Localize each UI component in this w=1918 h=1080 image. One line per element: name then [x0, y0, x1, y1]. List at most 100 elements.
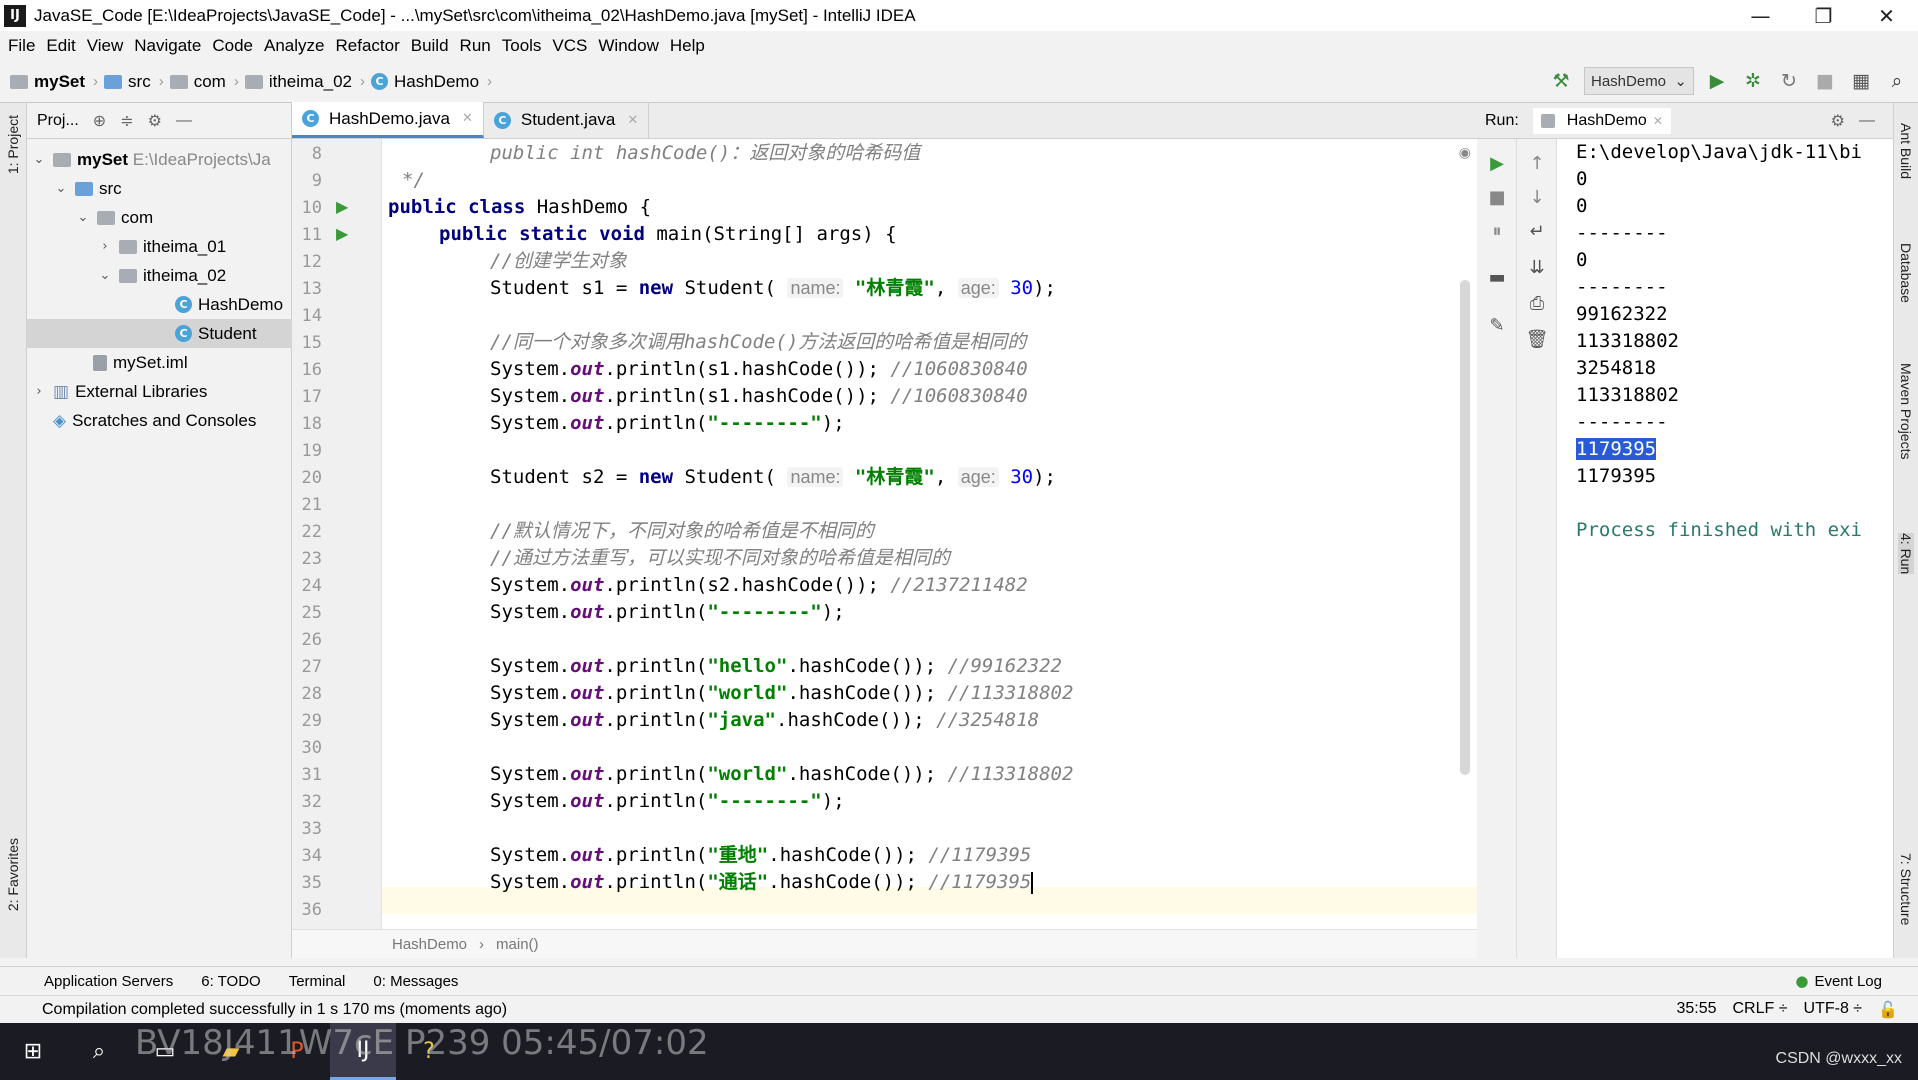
structure-tab[interactable]: 7: Structure [1898, 853, 1914, 925]
application-servers-tab[interactable]: Application Servers [44, 973, 173, 990]
tab-student-java[interactable]: C Student.java ✕ [484, 102, 650, 138]
breadcrumb-class-item[interactable]: HashDemo [392, 936, 467, 953]
tree-item-student[interactable]: C Student [27, 319, 292, 348]
line-separator[interactable]: CRLF ÷ [1733, 1000, 1788, 1020]
event-log-tab[interactable]: ● Event Log [1795, 972, 1882, 990]
menu-view[interactable]: View [85, 36, 133, 56]
tree-item-external-libraries[interactable]: › ▥ External Libraries [27, 377, 292, 406]
rerun-icon[interactable]: ↻ [1776, 67, 1802, 95]
hide-icon[interactable]: — [1859, 112, 1875, 130]
tree-item-scratches[interactable]: ◈ Scratches and Consoles [27, 406, 292, 435]
menu-code[interactable]: Code [210, 36, 262, 56]
library-icon: ▥ [53, 381, 70, 402]
gear-icon[interactable]: ⚙ [148, 111, 162, 131]
code-editor[interactable]: public int hashCode()：返回对象的哈希码值 */ publi… [382, 139, 1477, 929]
run-tab-hashdemo[interactable]: HashDemo ✕ [1532, 107, 1671, 134]
tree-item-myset[interactable]: ⌄ mySet E:\IdeaProjects\Ja [27, 145, 292, 174]
code-line-17: System.out.println(s1.hashCode()); //106… [490, 385, 1028, 407]
tree-item-itheima-01[interactable]: › itheima_01 [27, 232, 292, 261]
menu-tools[interactable]: Tools [500, 36, 551, 56]
close-tab-icon[interactable]: ✕ [462, 111, 473, 126]
close-button[interactable]: ✕ [1855, 0, 1918, 31]
editor-breadcrumb: HashDemo › main() [292, 929, 1477, 958]
rerun-icon[interactable]: ▶ [1477, 153, 1517, 174]
menu-edit[interactable]: Edit [44, 36, 84, 56]
gear-icon[interactable]: ⚙ [1831, 111, 1845, 131]
close-tab-icon[interactable]: ✕ [627, 113, 638, 128]
run-configuration-select[interactable]: HashDemo ⌄ [1584, 67, 1694, 95]
breadcrumb-com[interactable]: com › [169, 72, 239, 92]
ant-build-tab[interactable]: Ant Build [1898, 123, 1914, 179]
start-button-icon[interactable]: ⊞ [0, 1023, 66, 1080]
minimize-button[interactable]: — [1729, 0, 1792, 31]
stop-icon[interactable]: ■ [1477, 187, 1517, 208]
breadcrumb-method-item[interactable]: main() [496, 936, 539, 953]
hide-icon[interactable]: — [176, 112, 192, 130]
project-structure-icon[interactable]: ▦ [1848, 67, 1874, 95]
menu-build[interactable]: Build [409, 36, 458, 56]
menu-refactor[interactable]: Refactor [333, 36, 408, 56]
build-hammer-icon[interactable]: ⚒ [1548, 67, 1574, 95]
console-output[interactable]: E:\develop\Java\jdk-11\bi 0 0 -------- 0… [1557, 139, 1893, 958]
line-number: 35 [301, 873, 322, 893]
editor-scrollbar[interactable] [1460, 280, 1470, 775]
terminal-tab[interactable]: Terminal [289, 973, 346, 990]
run-icon[interactable]: ▶ [1704, 67, 1730, 95]
chevron-down-icon: ⌄ [1674, 73, 1687, 90]
database-tab[interactable]: Database [1898, 243, 1914, 303]
locate-icon[interactable]: ⊕ [93, 111, 106, 131]
search-icon[interactable]: ⌕ [66, 1023, 132, 1080]
menu-window[interactable]: Window [596, 36, 667, 56]
menu-navigate[interactable]: Navigate [132, 36, 210, 56]
menu-help[interactable]: Help [668, 36, 714, 56]
stop-icon[interactable]: ■ [1812, 67, 1838, 95]
file-encoding[interactable]: UTF-8 ÷ [1804, 1000, 1863, 1020]
run-class-gutter-icon[interactable]: ▶ [336, 197, 348, 216]
layout-icon[interactable]: ▬ [1477, 267, 1517, 288]
menu-vcs[interactable]: VCS [550, 36, 596, 56]
tab-hashdemo-java[interactable]: C HashDemo.java ✕ [292, 102, 484, 138]
arrow-down-icon[interactable]: ↓ [1517, 187, 1557, 208]
eye-icon[interactable]: ◉ [1459, 145, 1471, 161]
bottom-tool-bar: Application Servers 6: TODO Terminal 0: … [0, 966, 1918, 995]
console-line: 99162322 [1576, 303, 1668, 325]
favorites-tool-tab[interactable]: 2: Favorites [5, 838, 21, 911]
soft-wrap-icon[interactable]: ↵ [1517, 221, 1557, 242]
trash-icon[interactable]: 🗑 [1517, 329, 1557, 350]
todo-tab[interactable]: 6: TODO [201, 973, 260, 990]
breadcrumb-itheima[interactable]: itheima_02 › [244, 72, 365, 92]
tree-item-myset-iml[interactable]: mySet.iml [27, 348, 292, 377]
close-tab-icon[interactable]: ✕ [1653, 114, 1663, 128]
menu-analyze[interactable]: Analyze [262, 36, 333, 56]
project-view-select[interactable]: Proj... [37, 112, 79, 130]
pin-icon[interactable]: ✎ [1477, 315, 1517, 336]
search-icon[interactable]: ⌕ [1884, 67, 1910, 95]
right-tool-strip: Ant Build Database Maven Projects 4: Run… [1893, 103, 1918, 958]
maximize-button[interactable]: ❐ [1792, 0, 1855, 31]
breadcrumb-project[interactable]: mySet › [10, 72, 98, 92]
run-tool-tab[interactable]: 4: Run [1898, 533, 1914, 575]
menu-run[interactable]: Run [458, 36, 500, 56]
run-main-gutter-icon[interactable]: ▶ [336, 224, 348, 243]
debug-icon[interactable]: ✲ [1740, 67, 1766, 95]
tree-item-itheima-02[interactable]: ⌄ itheima_02 [27, 261, 292, 290]
tree-item-src[interactable]: ⌄ src [27, 174, 292, 203]
print-icon[interactable]: ⎙ [1517, 293, 1557, 314]
arrow-up-icon[interactable]: ↑ [1517, 153, 1557, 174]
messages-tab[interactable]: 0: Messages [373, 973, 458, 990]
tree-item-hashdemo[interactable]: C HashDemo [27, 290, 292, 319]
lock-icon[interactable]: 🔓 [1878, 1000, 1898, 1020]
maven-projects-tab[interactable]: Maven Projects [1898, 363, 1914, 459]
code-line-20: Student s2 = new Student( name: "林青霞", a… [490, 466, 1056, 488]
menu-file[interactable]: File [6, 36, 44, 56]
breadcrumb-class[interactable]: C HashDemo › [371, 72, 492, 92]
code-line-18: System.out.println("--------"); [490, 412, 845, 434]
pause-icon[interactable]: ⏸ [1477, 221, 1517, 242]
tree-item-com[interactable]: ⌄ com [27, 203, 292, 232]
breadcrumb-src[interactable]: src › [104, 72, 164, 92]
project-tool-tab[interactable]: 1: Project [5, 115, 21, 174]
collapse-all-icon[interactable]: ≑ [120, 111, 133, 131]
scroll-to-end-icon[interactable]: ⇊ [1517, 257, 1557, 278]
code-line-23: //通过方法重写，可以实现不同对象的哈希值是相同的 [490, 547, 950, 569]
caret-position[interactable]: 35:55 [1676, 1000, 1716, 1020]
